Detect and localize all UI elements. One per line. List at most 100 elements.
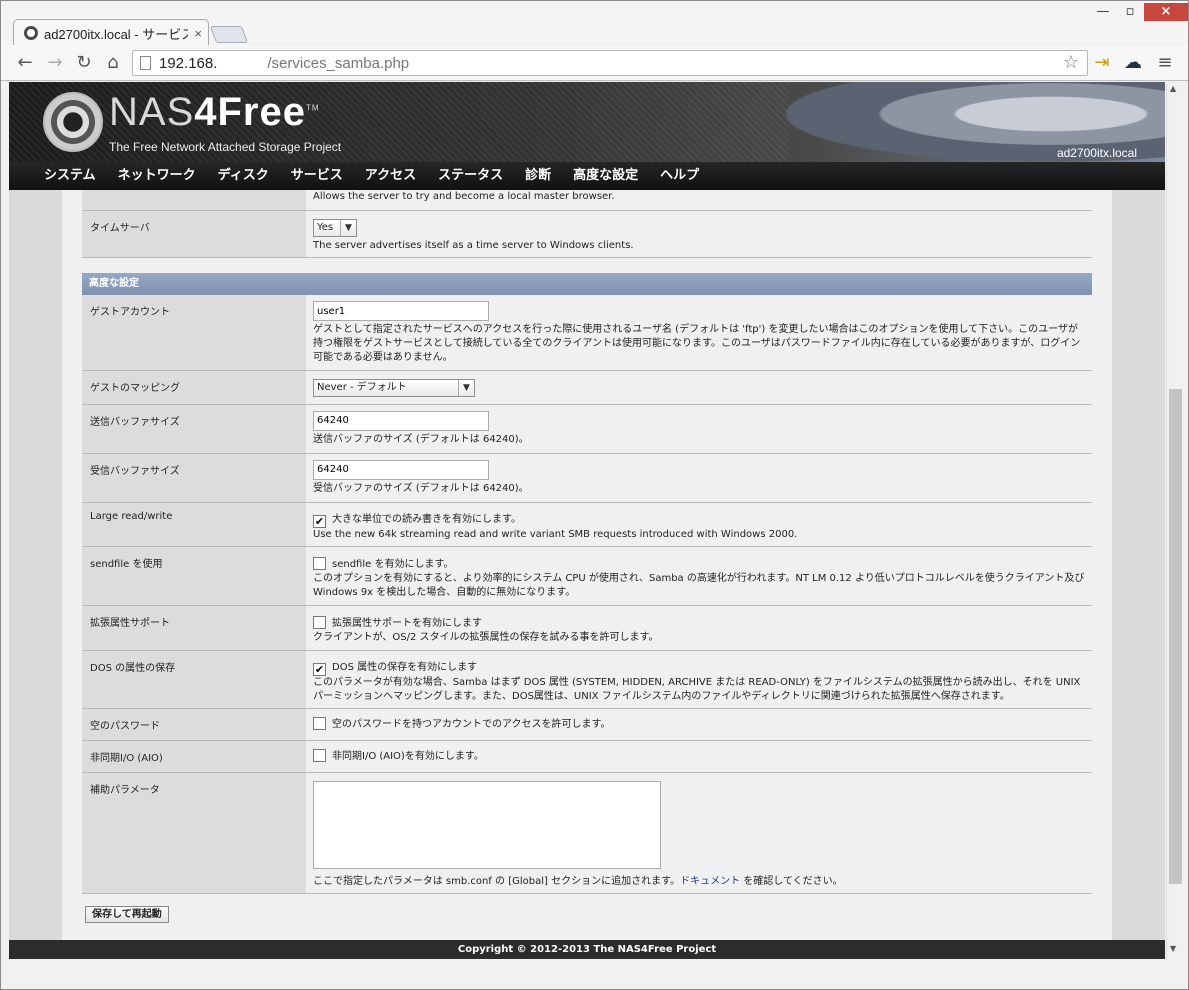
sendfile-row: sendfile を使用 sendfile を有効にします。 このオプションを有… <box>82 546 1092 606</box>
logo-tm: TM <box>306 103 320 113</box>
ea-support-checkbox[interactable] <box>313 615 326 629</box>
tab-title: ad2700itx.local - サービス <box>43 26 189 42</box>
dos-attributes-cell: ✔ DOS 属性の保存を有効にします このパラメータが有効な場合、Samba はま… <box>306 650 1092 709</box>
recv-buffer-row: 受信バッファサイズ 受信バッファのサイズ (デフォルトは 64240)。 <box>82 453 1092 503</box>
documentation-link[interactable]: ドキュメント <box>680 876 740 887</box>
tagline: The Free Network Attached Storage Projec… <box>109 140 342 154</box>
menu-disks[interactable]: ディスク <box>207 162 280 190</box>
sendfile-option: sendfile を有効にします。 <box>313 556 1086 572</box>
large-rw-check-label: 大きな単位での読み書きを有効にします。 <box>332 513 521 525</box>
page-icon <box>140 56 151 70</box>
master-browser-row: Allows the server to try and become a lo… <box>82 190 1092 211</box>
guest-mapping-row: ゲストのマッピング Never - デフォルト ▼ <box>82 370 1092 405</box>
null-password-checkbox[interactable] <box>313 716 326 730</box>
dos-attributes-label: DOS の属性の保存 <box>82 650 306 709</box>
time-server-select[interactable]: Yes ▼ <box>313 218 357 237</box>
aux-params-row: 補助パラメータ ここで指定したパラメータは smb.conf の [Global… <box>82 772 1092 894</box>
master-browser-label-cell <box>82 190 306 211</box>
site-header: NAS4FreeTM The Free Network Attached Sto… <box>9 82 1165 162</box>
recv-buffer-input[interactable] <box>313 459 489 480</box>
large-rw-checkbox[interactable]: ✔ <box>313 514 326 528</box>
time-server-desc: The server advertises itself as a time s… <box>313 239 634 251</box>
logo-free: 4Free <box>194 90 306 134</box>
bookmark-star-icon[interactable]: ☆ <box>1063 52 1079 73</box>
menu-network[interactable]: ネットワーク <box>107 162 207 190</box>
aux-params-label: 補助パラメータ <box>82 772 306 894</box>
sendfile-desc: このオプションを有効にすると、より効率的にシステム CPU が使用され、Samb… <box>313 572 1085 598</box>
new-tab-button[interactable] <box>209 26 249 43</box>
browser-toolbar: ← → ↻ ⌂ 192.168. /services_samba.php ☆ ⇥… <box>1 45 1188 81</box>
tab-strip: ad2700itx.local - サービス × — ▫ × <box>1 1 1188 46</box>
hostname: ad2700itx.local <box>1056 146 1137 160</box>
send-buffer-desc: 送信バッファのサイズ (デフォルトは 64240)。 <box>313 433 529 445</box>
null-password-check-label: 空のパスワードを持つアカウントでのアクセスを許可します。 <box>332 718 611 730</box>
sendfile-checkbox[interactable] <box>313 556 326 570</box>
save-restart-button[interactable]: 保存して再起動 <box>85 906 169 923</box>
send-buffer-row: 送信バッファサイズ 送信バッファのサイズ (デフォルトは 64240)。 <box>82 404 1092 454</box>
aio-row: 非同期I/O (AIO) 非同期I/O (AIO)を有効にします。 <box>82 740 1092 773</box>
menu-advanced[interactable]: 高度な設定 <box>562 162 649 190</box>
dos-attributes-desc: このパラメータが有効な場合、Samba はまず DOS 属性 (SYSTEM, … <box>313 676 1081 702</box>
master-browser-desc: Allows the server to try and become a lo… <box>306 190 1092 211</box>
home-icon[interactable]: ⌂ <box>103 53 123 73</box>
menu-icon[interactable]: ≡ <box>1155 53 1175 73</box>
recv-buffer-cell: 受信バッファのサイズ (デフォルトは 64240)。 <box>306 453 1092 503</box>
dos-attributes-option: ✔ DOS 属性の保存を有効にします <box>313 661 1086 676</box>
reload-icon[interactable]: ↻ <box>74 53 94 73</box>
time-server-cell: Yes ▼ The server advertises itself as a t… <box>306 210 1092 258</box>
guest-mapping-select[interactable]: Never - デフォルト ▼ <box>313 378 475 397</box>
vertical-scrollbar[interactable]: ▲ ▼ <box>1166 82 1183 959</box>
content-area: Allows the server to try and become a lo… <box>9 190 1165 940</box>
aio-cell: 非同期I/O (AIO)を有効にします。 <box>306 740 1092 773</box>
scroll-up-icon[interactable]: ▲ <box>1170 84 1176 93</box>
page-footer: Copyright © 2012-2013 The NAS4Free Proje… <box>9 940 1165 959</box>
address-bar[interactable]: 192.168. /services_samba.php ☆ <box>132 50 1088 76</box>
logo-nas: NAS <box>109 90 195 134</box>
dos-attributes-checkbox[interactable]: ✔ <box>313 662 326 676</box>
menu-access[interactable]: アクセス <box>354 162 427 190</box>
aio-option: 非同期I/O (AIO)を有効にします。 <box>313 748 1086 764</box>
menu-status[interactable]: ステータス <box>427 162 514 190</box>
large-rw-label: Large read/write <box>82 502 306 547</box>
guest-mapping-value: Never - デフォルト <box>317 381 407 393</box>
aux-params-textarea[interactable] <box>313 780 661 869</box>
browser-window: ad2700itx.local - サービス × — ▫ × ← → ↻ ⌂ 1… <box>0 0 1189 990</box>
main-menu: システム ネットワーク ディスク サービス アクセス ステータス 診断 高度な設… <box>9 162 1165 190</box>
null-password-row: 空のパスワード 空のパスワードを持つアカウントでのアクセスを許可します。 <box>82 708 1092 741</box>
forward-icon[interactable]: → <box>45 53 65 73</box>
url-path: /services_samba.php <box>267 54 410 72</box>
guest-mapping-label: ゲストのマッピング <box>82 370 306 405</box>
menu-system[interactable]: システム <box>33 162 107 190</box>
aux-params-desc: ここで指定したパラメータは smb.conf の [Global] セクションに… <box>313 875 1086 889</box>
aux-params-cell: ここで指定したパラメータは smb.conf の [Global] セクションに… <box>306 772 1092 894</box>
cloud-icon[interactable]: ☁ <box>1123 53 1143 73</box>
extension-icon[interactable]: ⇥ <box>1092 53 1112 73</box>
guest-account-cell: ゲストとして指定されたサービスへのアクセスを行った際に使用されるユーザ名 (デフ… <box>306 295 1092 371</box>
settings-panel: Allows the server to try and become a lo… <box>62 190 1112 940</box>
back-icon[interactable]: ← <box>15 53 35 73</box>
scroll-thumb[interactable] <box>1169 389 1182 884</box>
browser-tab[interactable]: ad2700itx.local - サービス × <box>13 19 209 46</box>
maximize-button[interactable]: ▫ <box>1116 3 1144 21</box>
guest-account-input[interactable] <box>313 301 489 321</box>
time-server-row: タイムサーバ Yes ▼ The server advertises itself… <box>82 210 1092 258</box>
menu-diagnostics[interactable]: 診断 <box>514 162 562 190</box>
scroll-down-icon[interactable]: ▼ <box>1170 944 1176 953</box>
dos-attributes-row: DOS の属性の保存 ✔ DOS 属性の保存を有効にします このパラメータが有効な… <box>82 650 1092 709</box>
general-settings-table: Allows the server to try and become a lo… <box>82 190 1092 258</box>
null-password-cell: 空のパスワードを持つアカウントでのアクセスを許可します。 <box>306 708 1092 741</box>
send-buffer-input[interactable] <box>313 410 489 431</box>
sendfile-cell: sendfile を有効にします。 このオプションを有効にすると、より効率的にシ… <box>306 546 1092 606</box>
large-rw-desc: Use the new 64k streaming read and write… <box>313 528 798 540</box>
menu-help[interactable]: ヘルプ <box>649 162 710 190</box>
guest-account-label: ゲストアカウント <box>82 295 306 371</box>
advanced-settings-table: ゲストアカウント ゲストとして指定されたサービスへのアクセスを行った際に使用され… <box>82 295 1092 894</box>
menu-services[interactable]: サービス <box>280 162 354 190</box>
minimize-button[interactable]: — <box>1089 3 1117 21</box>
ea-support-cell: 拡張属性サポートを有効にします クライアントが、OS/2 スタイルの拡張属性の保… <box>306 605 1092 651</box>
close-tab-icon[interactable]: × <box>194 26 202 41</box>
aio-checkbox[interactable] <box>313 748 326 762</box>
advanced-section-title: 高度な設定 <box>82 273 1092 295</box>
chevron-down-icon: ▼ <box>458 379 474 396</box>
close-window-button[interactable]: × <box>1144 3 1188 21</box>
